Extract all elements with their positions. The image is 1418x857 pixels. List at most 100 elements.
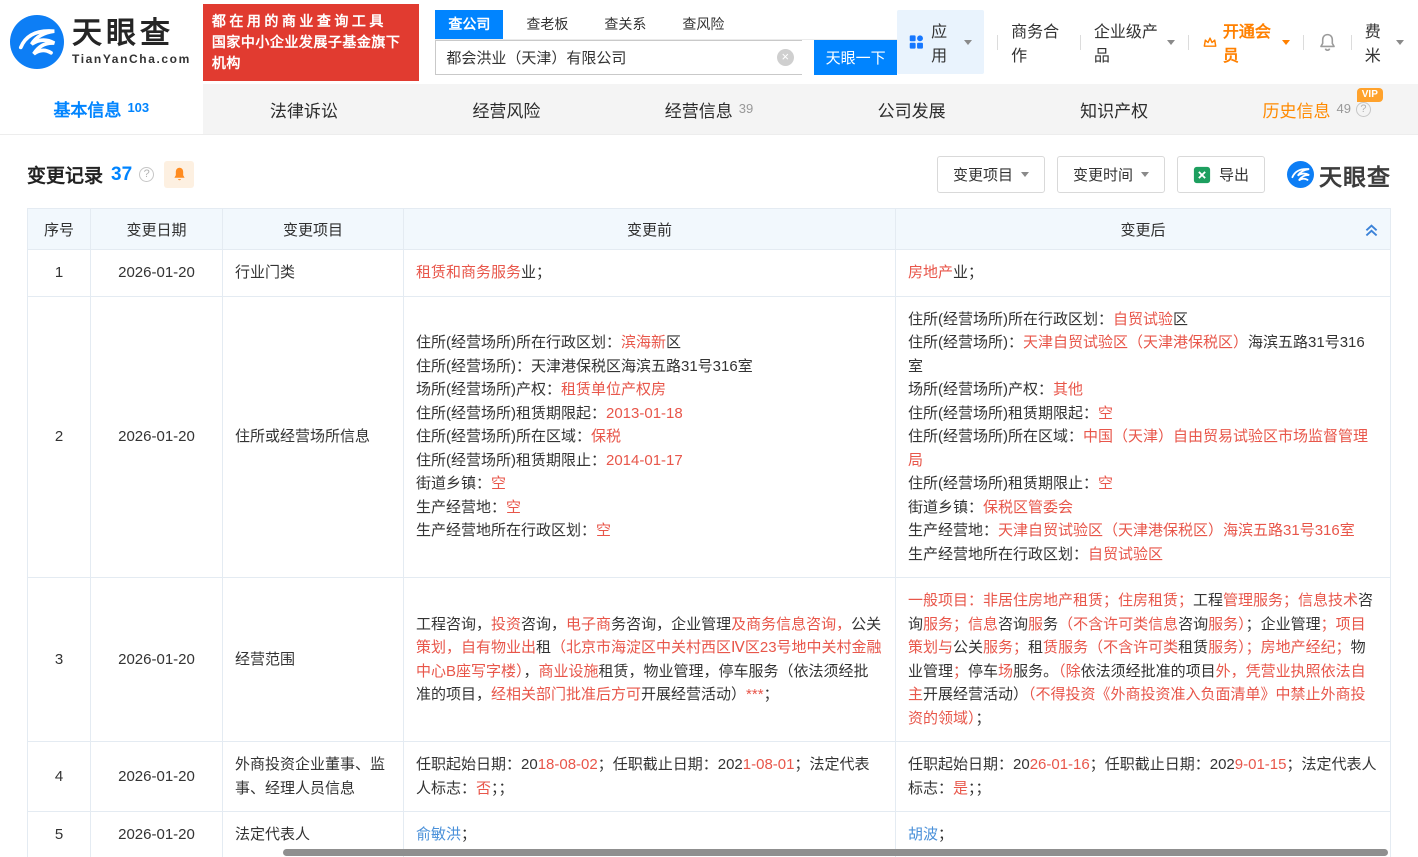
cell-line: 房地产业； [908, 261, 1378, 285]
cell-item: 经营范围 [223, 578, 404, 742]
tab-label: 知识产权 [1080, 97, 1148, 122]
cell-line: 住所(经营场所)所在行政区划：自贸试验区 [908, 308, 1378, 332]
text-run: ， [524, 663, 539, 680]
tab-legal[interactable]: 法律诉讼 [203, 84, 406, 134]
text-run: 电子商 [566, 616, 611, 633]
tab-operation[interactable]: 经营信息39 [608, 84, 811, 134]
subscribe-bell-button[interactable] [164, 161, 194, 188]
chevron-down-icon [1021, 172, 1029, 177]
cell-line: 租赁和商务服务业； [416, 261, 883, 285]
text-run: 街道乡镇： [416, 475, 491, 492]
text-run: 天津自贸试验区（天津港保税区） [1023, 334, 1248, 351]
clear-search-icon[interactable]: × [777, 49, 794, 66]
apps-grid-icon [909, 33, 924, 51]
tab-label: 经营风险 [472, 97, 540, 122]
cell-date: 2026-01-20 [91, 742, 223, 812]
divider [1188, 35, 1189, 50]
nav-biz-cooperation[interactable]: 商务合作 [1011, 18, 1067, 66]
table-row: 42026-01-20外商投资企业董事、监事、经理人员信息任职起始日期：2018… [28, 742, 1391, 812]
cell-line: 胡波； [908, 823, 1378, 847]
filter-change-item-button[interactable]: 变更项目 [937, 156, 1045, 193]
collapse-icon[interactable] [1363, 221, 1380, 238]
chevron-down-icon [1141, 172, 1149, 177]
text-run: 场 [998, 663, 1013, 680]
horizontal-scrollbar-thumb[interactable] [283, 849, 1388, 856]
tab-basic-info[interactable]: 基本信息103 [0, 84, 203, 134]
tab-count: 39 [739, 101, 753, 116]
cell-before: 工程咨询，投资咨询，电子商务咨询，企业管理及商务信息咨询，公关策划，自有物业出租… [404, 578, 896, 742]
nav-vip-label: 开通会员 [1223, 18, 1277, 66]
export-button[interactable]: 导出 [1177, 156, 1265, 193]
text-run: 工程咨询， [416, 616, 491, 633]
text-run: 开展经营活动） [923, 686, 1028, 703]
col-header-label: 变更日期 [126, 222, 186, 239]
cell-line: 住所(经营场所)：天津港保税区海滨五路31号316室 [416, 355, 883, 379]
text-run: 空 [596, 522, 611, 539]
cell-line: 一般项目：非居住房地产租赁；住房租赁；工程管理服务；信息技术咨询服务；信息咨询服… [908, 589, 1378, 730]
user-menu[interactable]: 费米 [1365, 18, 1404, 66]
text-run: 住所(经营场所)所在区域： [908, 428, 1083, 445]
cell-line: 生产经营地：天津自贸试验区（天津港保税区）海滨五路31号316室 [908, 519, 1378, 543]
tab-development[interactable]: 公司发展 [810, 84, 1013, 134]
text-run: ； [764, 686, 779, 703]
text-run: 务 [1043, 616, 1058, 633]
col-header: 变更日期 [91, 209, 223, 250]
section-toolbar: 变更项目 变更时间 导出 天眼查 [937, 156, 1391, 193]
search-tab-boss[interactable]: 查老板 [513, 10, 581, 39]
text-run: 住所(经营场所)：天津港保税区海滨五路31号316室 [416, 358, 753, 375]
entity-link[interactable]: 俞敏洪 [416, 826, 461, 843]
text-run: 业； [953, 264, 983, 281]
apps-menu[interactable]: 应用 [897, 10, 984, 74]
cell-no: 4 [28, 742, 91, 812]
filter-change-time-button[interactable]: 变更时间 [1057, 156, 1165, 193]
search-tab-company[interactable]: 查公司 [435, 10, 503, 39]
search-input[interactable] [435, 40, 801, 75]
search-tab-risk[interactable]: 查风险 [669, 10, 737, 39]
cell-item: 行业门类 [223, 250, 404, 297]
text-run: 空 [506, 499, 521, 516]
cell-no: 5 [28, 812, 91, 857]
tab-history[interactable]: 历史信息49?VIP [1215, 84, 1418, 134]
text-run: 保税区管委会 [983, 499, 1073, 516]
divider [1303, 35, 1304, 50]
help-icon[interactable]: ? [139, 167, 154, 182]
text-run: 保税 [591, 428, 621, 445]
cell-line: 住所(经营场所)：天津自贸试验区（天津港保税区）海滨五路31号316室 [908, 331, 1378, 378]
brand-logo-text: 天眼查 TianYanCha.com [72, 18, 191, 66]
nav-enterprise-products[interactable]: 企业级产品 [1094, 18, 1175, 66]
tab-ip[interactable]: 知识产权 [1013, 84, 1216, 134]
text-run: 租赁和商务服务 [416, 264, 521, 281]
cell-date: 2026-01-20 [91, 250, 223, 297]
cell-line: 住所(经营场所)租赁期限起：空 [908, 402, 1378, 426]
slogan-line2: 国家中小企业发展子基金旗下机构 [212, 32, 411, 74]
entity-link[interactable]: 胡波 [908, 826, 938, 843]
text-run: 服务； [983, 639, 1028, 656]
nav-open-vip[interactable]: 开通会员 [1202, 18, 1290, 66]
text-run: 租赁单位产权房 [561, 381, 666, 398]
notifications-bell-icon[interactable] [1317, 32, 1338, 53]
search-tab-relation[interactable]: 查关系 [591, 10, 659, 39]
text-run: 空 [491, 475, 506, 492]
text-run: ； [938, 826, 953, 843]
text-run: 18-08-02 [538, 756, 598, 773]
text-run: 服务；信息 [923, 616, 998, 633]
text-run: 自贸试验 [1113, 311, 1173, 328]
text-run: 区 [666, 334, 681, 351]
watermark-logo-icon [1287, 161, 1314, 188]
col-header: 变更前 [404, 209, 896, 250]
text-run: 自贸试验区 [1088, 546, 1163, 563]
search-button[interactable]: 天眼一下 [814, 40, 898, 75]
cell-item: 住所或经营场所信息 [223, 296, 404, 578]
change-records-header: 变更记录 37 ? 变更项目 变更时间 导出 天眼查 [27, 156, 1391, 193]
text-run: 停车 [968, 663, 998, 680]
col-header-label: 序号 [44, 222, 74, 239]
cell-line: 场所(经营场所)产权：租赁单位产权房 [416, 378, 883, 402]
text-run: 住所(经营场所)租赁期限起： [416, 405, 606, 422]
cell-line: 住所(经营场所)所在行政区划：滨海新区 [416, 331, 883, 355]
tab-risk[interactable]: 经营风险 [405, 84, 608, 134]
text-run: 任职起始日期：20 [908, 756, 1030, 773]
cell-no: 3 [28, 578, 91, 742]
brand-logo[interactable]: 天眼查 TianYanCha.com [10, 15, 191, 69]
text-run: 9-01-15 [1235, 756, 1287, 773]
text-run: 及商务信息咨询， [731, 616, 851, 633]
